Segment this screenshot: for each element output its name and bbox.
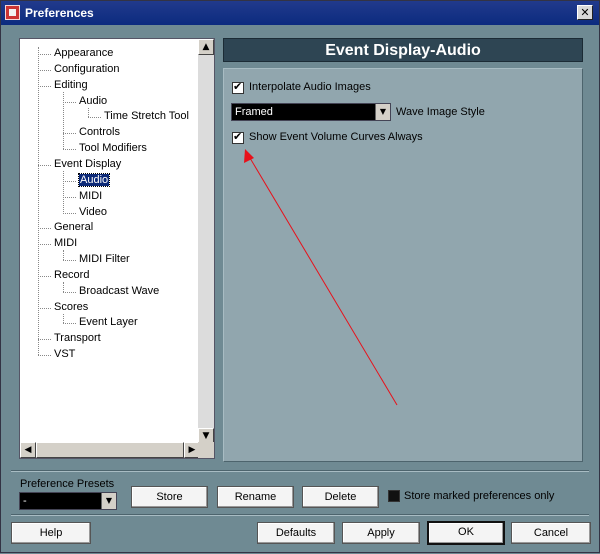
divider-bottom xyxy=(11,514,589,516)
ok-button[interactable]: OK xyxy=(427,521,505,545)
presets-select[interactable]: - ▼ xyxy=(19,492,117,510)
apply-button[interactable]: Apply xyxy=(342,522,420,544)
chevron-down-icon[interactable]: ▼ xyxy=(101,493,116,509)
cancel-button[interactable]: Cancel xyxy=(511,522,591,544)
delete-button[interactable]: Delete xyxy=(302,486,379,508)
arrow-head xyxy=(244,149,254,163)
help-button[interactable]: Help xyxy=(11,522,91,544)
divider xyxy=(11,470,589,472)
store-button[interactable]: Store xyxy=(131,486,208,508)
preferences-window: Preferences ✕ Appearance Configuration Edi… xyxy=(0,0,600,553)
defaults-button[interactable]: Defaults xyxy=(257,522,335,544)
rename-button[interactable]: Rename xyxy=(217,486,294,508)
store-marked-label: Store marked preferences only xyxy=(404,490,555,502)
presets-value: - xyxy=(23,495,27,507)
arrow-line xyxy=(246,152,398,406)
store-marked-checkbox[interactable] xyxy=(388,490,400,502)
presets-label: Preference Presets xyxy=(20,478,115,490)
